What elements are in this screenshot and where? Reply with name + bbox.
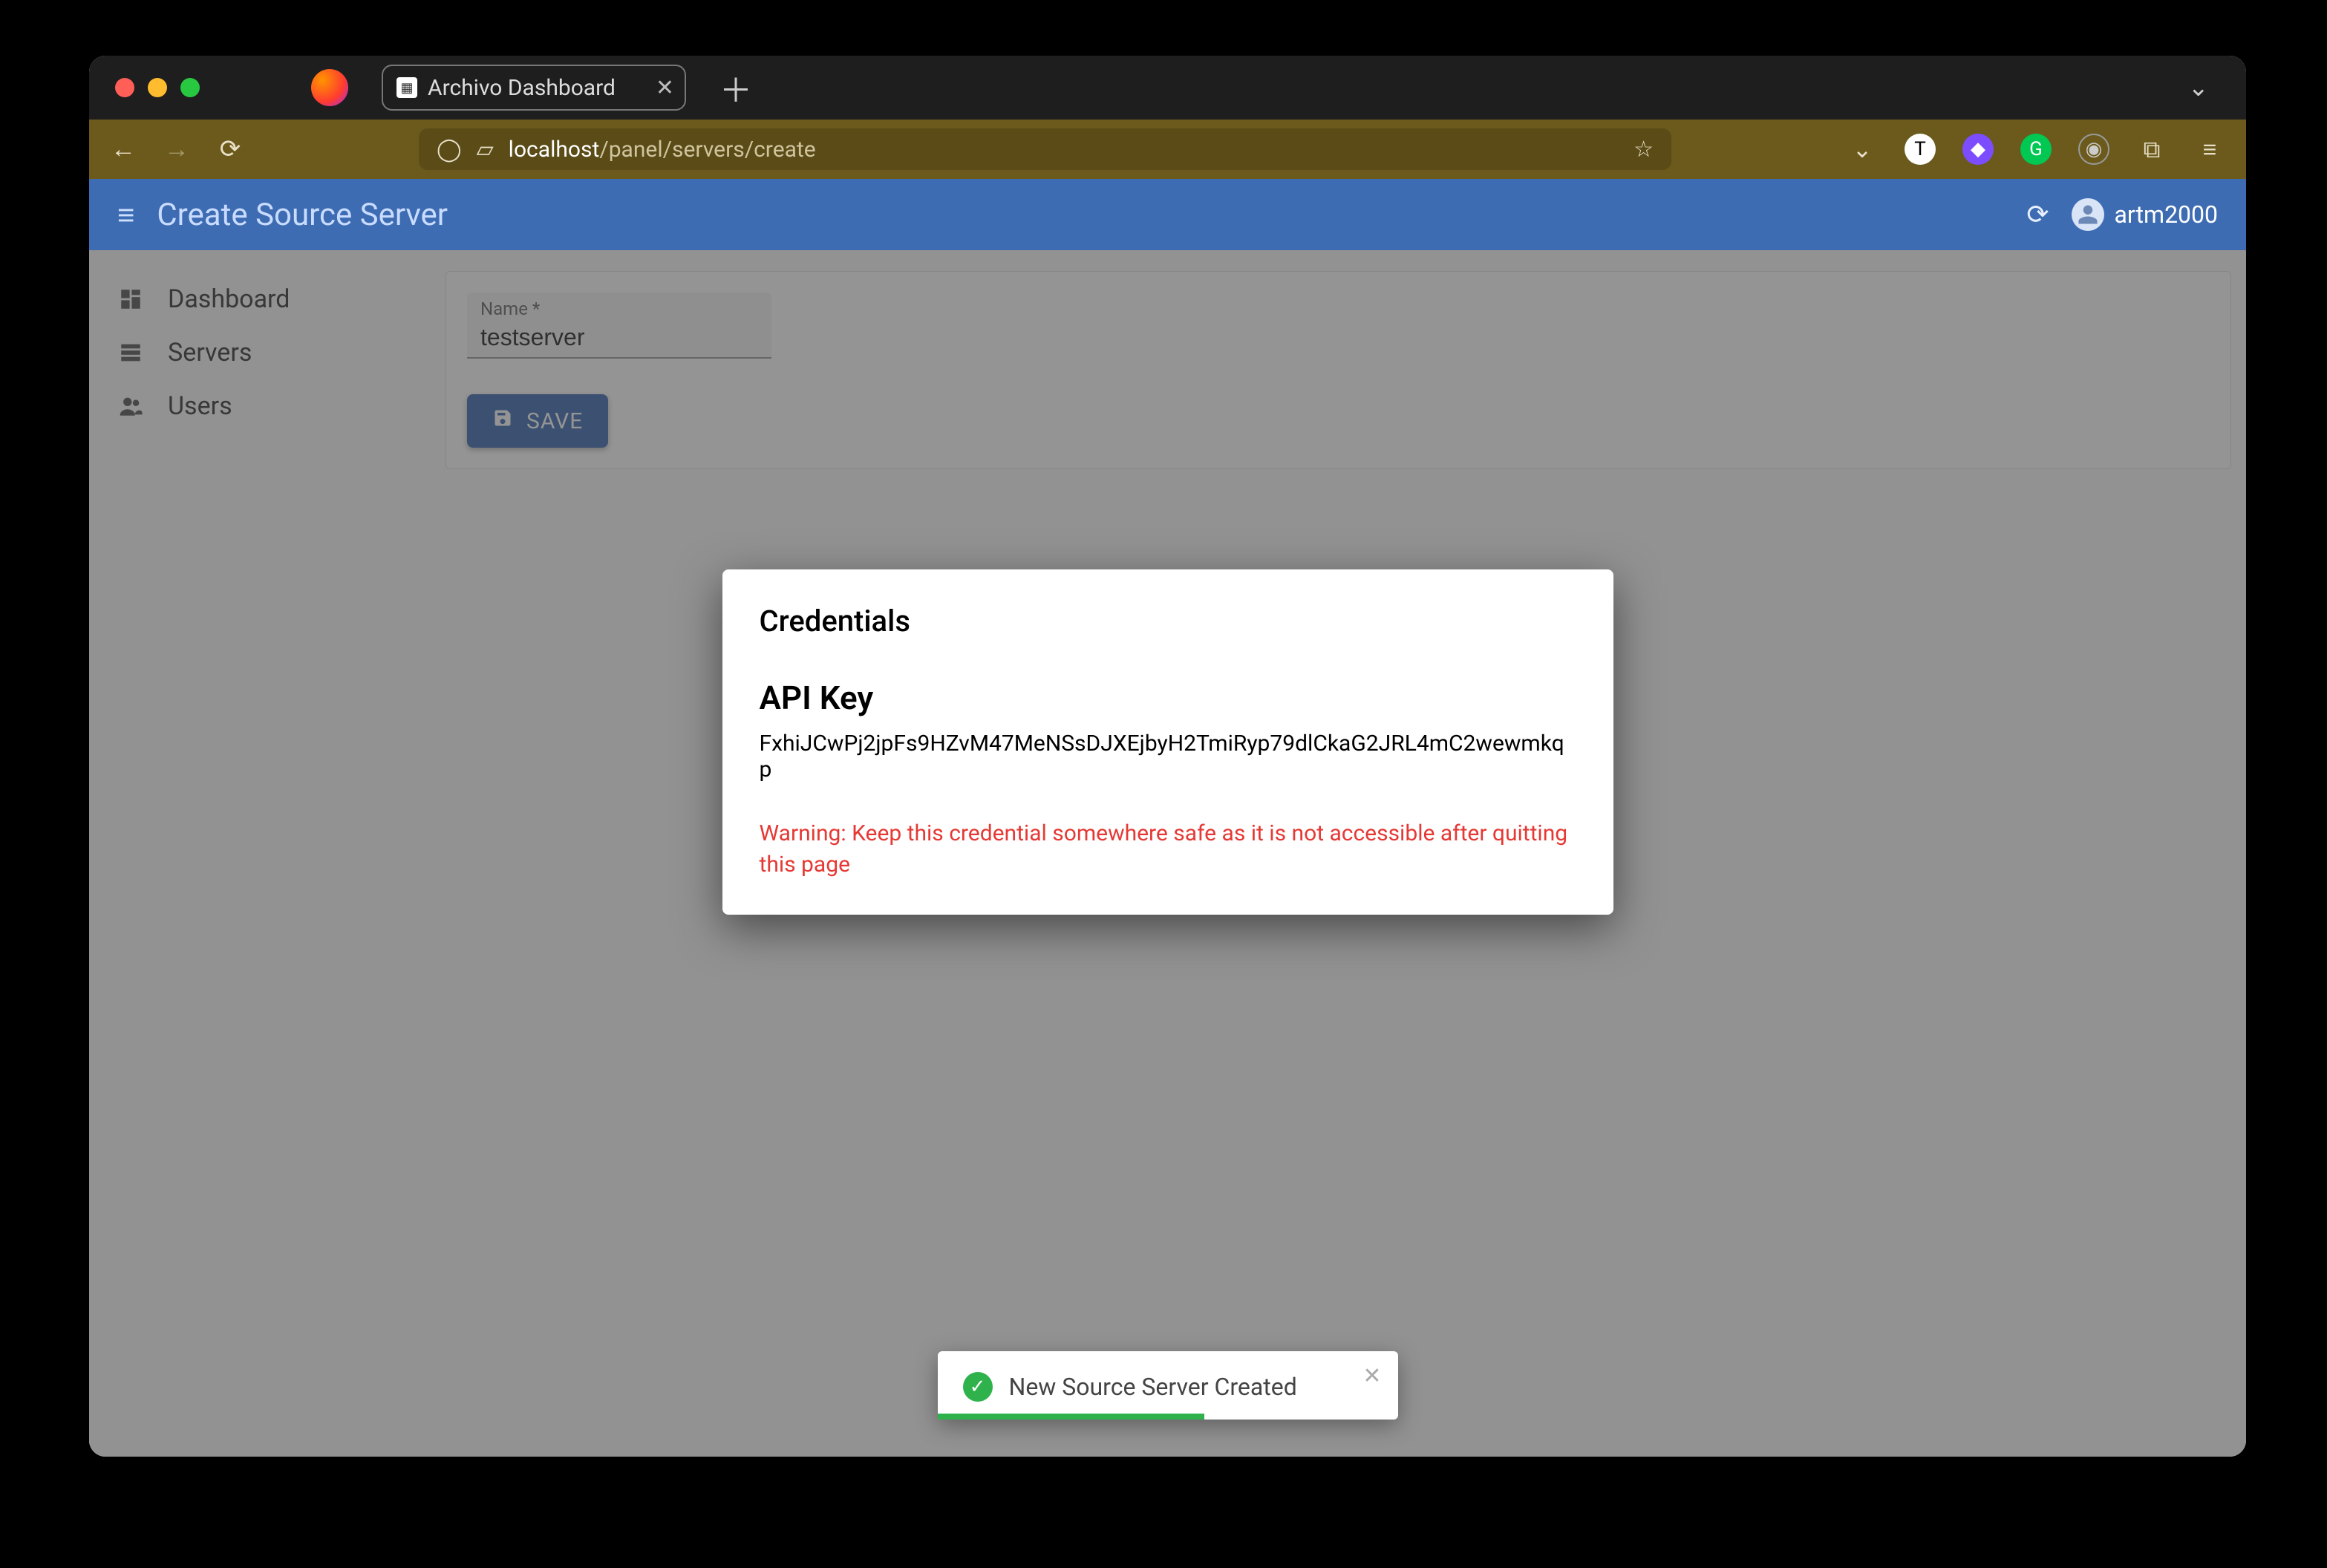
username: artm2000 [2115, 200, 2219, 229]
url-host: localhost [509, 137, 600, 163]
success-check-icon: ✓ [963, 1372, 993, 1402]
firefox-logo-icon [311, 69, 348, 106]
browser-toolbar: ← → ⟳ ◯ ▱ localhost/panel/servers/create… [89, 120, 2246, 179]
tab-close-icon[interactable]: ✕ [656, 75, 674, 101]
page-title: Create Source Server [157, 197, 448, 233]
avatar-icon [2072, 198, 2104, 231]
nav-back-icon[interactable]: ← [110, 134, 137, 164]
extensions-icon[interactable]: ⧉ [2136, 134, 2167, 165]
api-key-value: FxhiJCwPj2jpFs9HZvM47MeNSsDJXEjbyH2TmiRy… [760, 731, 1576, 783]
window-close-icon[interactable] [115, 78, 134, 97]
new-tab-button[interactable]: ＋ [719, 64, 752, 111]
app-body: Dashboard Servers Users [89, 250, 2246, 1457]
browser-tab-bar: ▦ Archivo Dashboard ✕ ＋ ⌄ [89, 56, 2246, 120]
ext-grammarly-icon[interactable]: G [2020, 134, 2052, 165]
refresh-icon[interactable]: ⟳ [2026, 199, 2049, 230]
toast: ✓ New Source Server Created ✕ [938, 1351, 1398, 1420]
ext-shield-icon[interactable]: ◉ [2078, 134, 2109, 165]
tab-title: Archivo Dashboard [428, 75, 616, 101]
url-input[interactable]: ◯ ▱ localhost/panel/servers/create ☆ [419, 128, 1671, 170]
modal-overlay[interactable]: Credentials API Key FxhiJCwPj2jpFs9HZvM4… [89, 250, 2246, 1457]
window-maximize-icon[interactable] [180, 78, 200, 97]
bookmark-star-icon[interactable]: ☆ [1634, 137, 1654, 163]
tabs-dropdown-icon[interactable]: ⌄ [2188, 73, 2210, 102]
app-menu-icon[interactable]: ≡ [2194, 134, 2225, 165]
user-chip[interactable]: artm2000 [2072, 198, 2219, 231]
toast-progress [938, 1414, 1205, 1420]
shield-icon: ◯ [437, 137, 462, 163]
ext-purple-icon[interactable]: ◆ [1962, 134, 1994, 165]
nav-reload-icon[interactable]: ⟳ [217, 134, 244, 164]
tab-favicon-icon: ▦ [396, 77, 417, 98]
toast-close-icon[interactable]: ✕ [1362, 1363, 1381, 1389]
menu-icon[interactable]: ≡ [117, 197, 134, 232]
app-header: ≡ Create Source Server ⟳ artm2000 [89, 179, 2246, 250]
url-text: localhost/panel/servers/create [509, 137, 1619, 163]
browser-window: ▦ Archivo Dashboard ✕ ＋ ⌄ ← → ⟳ ◯ ▱ loca… [89, 56, 2246, 1457]
window-minimize-icon[interactable] [148, 78, 167, 97]
url-path: /panel/servers/create [599, 137, 815, 163]
ext-t-icon[interactable]: T [1905, 134, 1936, 165]
app-root: ≡ Create Source Server ⟳ artm2000 Dashbo… [89, 179, 2246, 1457]
window-controls [115, 78, 200, 97]
dialog-subtitle: API Key [760, 679, 1576, 717]
pocket-icon[interactable]: ⌄ [1847, 134, 1878, 165]
toast-message: New Source Server Created [1009, 1373, 1297, 1401]
credentials-dialog: Credentials API Key FxhiJCwPj2jpFs9HZvM4… [722, 569, 1613, 915]
nav-forward-icon[interactable]: → [163, 134, 190, 164]
dialog-title: Credentials [760, 604, 1576, 638]
dialog-warning: Warning: Keep this credential somewhere … [760, 818, 1576, 881]
browser-tab[interactable]: ▦ Archivo Dashboard ✕ [382, 65, 686, 111]
site-info-icon[interactable]: ▱ [477, 137, 494, 163]
